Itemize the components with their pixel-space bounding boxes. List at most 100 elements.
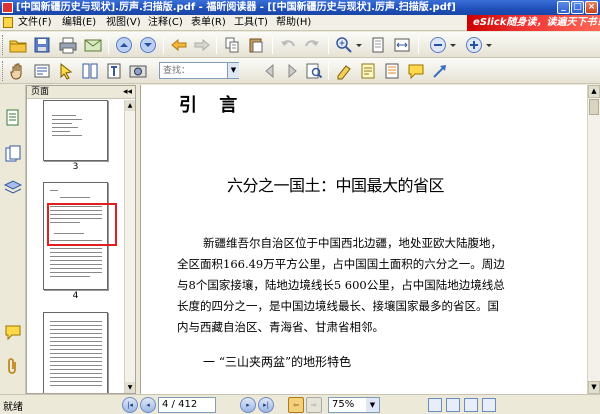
foxit-reader-window: [中国新疆历史与现状].厉声.扫描版.pdf - 福昕阅读器 - [[中国新疆历…: [0, 0, 600, 414]
scrollbar-thumb[interactable]: [589, 99, 599, 115]
continuous-layout-icon[interactable]: [446, 398, 460, 412]
comment-icon[interactable]: [406, 61, 426, 81]
tools-toolbar: ▼: [0, 58, 600, 84]
menu-help[interactable]: 帮助(H): [276, 16, 311, 30]
menu-view[interactable]: 视图(V): [106, 16, 141, 30]
select-text-icon[interactable]: [32, 61, 52, 81]
previous-page-button[interactable]: ◂: [140, 397, 156, 413]
pages-panel-icon[interactable]: [4, 109, 22, 127]
maximize-button[interactable]: □: [571, 1, 584, 14]
toolbar-grip[interactable]: [2, 35, 5, 55]
fit-width-icon[interactable]: [392, 35, 412, 55]
menu-edit[interactable]: 编辑(E): [62, 16, 96, 30]
find-chevron-down-icon[interactable]: ▼: [227, 63, 239, 78]
zoom-plus-icon[interactable]: [464, 35, 484, 55]
zoom-menu-chevron-down-icon[interactable]: [354, 35, 364, 55]
document-view[interactable]: 引 言 六分之一国土：中国最大的省区 新疆维吾尔自治区位于中国西北边疆，地处亚欧…: [140, 85, 587, 394]
scroll-down-icon[interactable]: ▼: [588, 381, 600, 394]
cut-icon[interactable]: [222, 35, 242, 55]
scroll-up-icon[interactable]: ▲: [588, 85, 600, 98]
layers-panel-icon[interactable]: [3, 179, 23, 197]
section-heading: 一 “三山夹两盆”的地形特色: [203, 355, 352, 369]
text-column-icon[interactable]: [80, 61, 100, 81]
first-page-icon[interactable]: |◂: [122, 397, 138, 413]
email-icon[interactable]: [83, 35, 103, 55]
fit-page-icon[interactable]: [368, 35, 388, 55]
note-icon[interactable]: [358, 61, 378, 81]
navigation-panel-strip: [0, 85, 26, 394]
previous-page-icon[interactable]: [114, 35, 134, 55]
back-arrow-icon[interactable]: [169, 35, 189, 55]
paragraph-line: 长度的四分之一，是中国边境线最长、接壤国家最多的省区。国: [177, 299, 499, 313]
app-icon: [2, 2, 13, 13]
arrow-tool-icon[interactable]: [430, 61, 450, 81]
redo-icon[interactable]: [302, 35, 322, 55]
find-next-icon[interactable]: [282, 61, 302, 81]
menu-tools[interactable]: 工具(T): [234, 16, 268, 30]
page-thumbnail[interactable]: [43, 312, 108, 393]
page-thumbnail[interactable]: [43, 100, 108, 161]
last-page-icon[interactable]: ▸|: [258, 397, 274, 413]
highlight-icon[interactable]: [334, 61, 354, 81]
print-icon[interactable]: [58, 35, 78, 55]
menu-bar: 文件(F) 编辑(E) 视图(V) 注释(C) 表单(R) 工具(T) 帮助(H…: [0, 15, 600, 31]
facing-layout-icon[interactable]: [464, 398, 478, 412]
continuous-facing-layout-icon[interactable]: [482, 398, 496, 412]
viewport-indicator[interactable]: [47, 203, 117, 246]
document-subtitle: 六分之一国土：中国最大的省区: [227, 176, 445, 195]
window-title: [中国新疆历史与现状].厉声.扫描版.pdf - 福昕阅读器 - [[中国新疆历…: [16, 2, 456, 13]
scroll-up-icon[interactable]: ▲: [125, 100, 135, 111]
thumbnails-scrollbar[interactable]: ▲ ▼: [124, 100, 135, 393]
eslick-banner[interactable]: eSlick随身读，读遍天下书！: [467, 15, 600, 31]
menu-file[interactable]: 文件(F): [18, 16, 52, 30]
menu-form[interactable]: 表单(R): [191, 16, 226, 30]
next-page-icon[interactable]: [138, 35, 158, 55]
open-folder-icon[interactable]: [8, 35, 28, 55]
page-thumbnail-selected[interactable]: [43, 182, 117, 290]
paragraph-line: 内与西藏自治区、青海省、甘肃省相邻。: [177, 320, 384, 334]
search-icon[interactable]: [304, 61, 324, 81]
document-scrollbar[interactable]: ▲ ▼: [587, 85, 600, 394]
paragraph-line: 新疆维吾尔自治区位于中国西北边疆，地处亚欧大陆腹地，: [203, 236, 502, 250]
scroll-down-icon[interactable]: ▼: [125, 382, 135, 393]
paragraph-line: 与8个国家接壤，陆地边境线长5 600公里，占中国陆地边境线总: [177, 278, 505, 292]
document-icon[interactable]: [3, 17, 13, 28]
pointer-icon[interactable]: [56, 61, 76, 81]
single-page-layout-icon[interactable]: [428, 398, 442, 412]
back-icon[interactable]: ⇦: [288, 397, 304, 413]
zoom-out-chevron-down-icon[interactable]: [448, 35, 458, 55]
zoom-chevron-down-icon[interactable]: ▼: [366, 398, 379, 412]
pages-panel-title: 页面: [31, 87, 50, 97]
hand-tool-icon[interactable]: [8, 61, 28, 81]
minimize-button[interactable]: _: [557, 1, 570, 14]
bookmarks-panel-icon[interactable]: [4, 145, 22, 163]
forward-arrow-icon[interactable]: [192, 35, 212, 55]
forward-icon[interactable]: ⇨: [306, 397, 322, 413]
comments-panel-icon[interactable]: [4, 323, 22, 341]
pages-panel: 页面 ◂◂ 3 4 ▲ ▼: [26, 85, 136, 394]
find-previous-icon[interactable]: [260, 61, 280, 81]
document-heading: 引 言: [179, 95, 246, 116]
save-icon[interactable]: [32, 35, 52, 55]
zoom-plus-chevron-down-icon[interactable]: [484, 35, 494, 55]
menu-comment[interactable]: 注释(C): [148, 16, 183, 30]
attachment-paperclip-icon[interactable]: [4, 357, 22, 375]
zoom-out-icon[interactable]: [428, 35, 448, 55]
paragraph-line: 全区面积166.49万平方公里，占中国国土面积的六分之一。周边: [177, 257, 505, 271]
next-page-button[interactable]: ▸: [240, 397, 256, 413]
pages-panel-header: 页面 ◂◂: [27, 86, 135, 99]
status-bar: 就绪 |◂ ◂ 4 / 412 ▸ ▸| ⇦ ⇨ 75% ▼: [0, 394, 600, 414]
snapshot-icon[interactable]: [128, 61, 148, 81]
thumbnail-label: 3: [72, 162, 79, 172]
typewriter-icon[interactable]: [104, 61, 124, 81]
toolbar-grip[interactable]: [2, 61, 5, 81]
zoom-in-icon[interactable]: [334, 35, 354, 55]
collapse-panel-icon[interactable]: ◂◂: [123, 86, 132, 99]
close-button[interactable]: ×: [585, 1, 598, 14]
undo-icon[interactable]: [278, 35, 298, 55]
stamp-icon[interactable]: [382, 61, 402, 81]
thumbnail-label: 4: [72, 291, 79, 301]
main-toolbar: [0, 32, 600, 58]
page-number-input[interactable]: 4 / 412: [158, 397, 216, 413]
paste-icon[interactable]: [246, 35, 266, 55]
